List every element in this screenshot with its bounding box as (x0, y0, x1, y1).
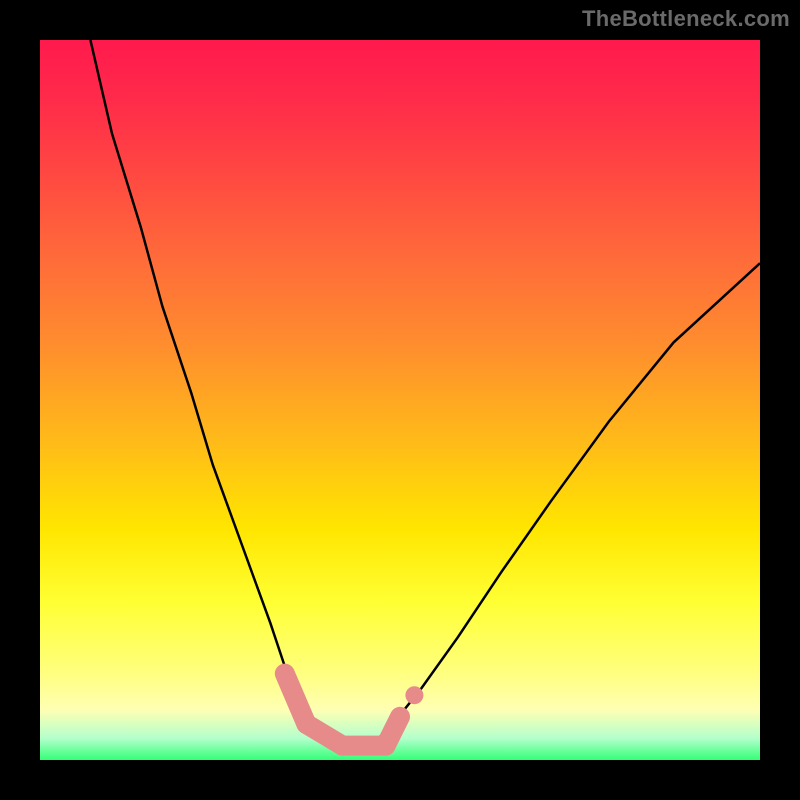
marker-group (285, 674, 424, 746)
bottleneck-curve (90, 40, 760, 753)
chart-overlay (40, 40, 760, 760)
pink-dot-isolated (405, 686, 423, 704)
watermark-label: TheBottleneck.com (582, 6, 790, 32)
pink-segment-right (386, 717, 400, 746)
chart-frame: TheBottleneck.com (0, 0, 800, 800)
